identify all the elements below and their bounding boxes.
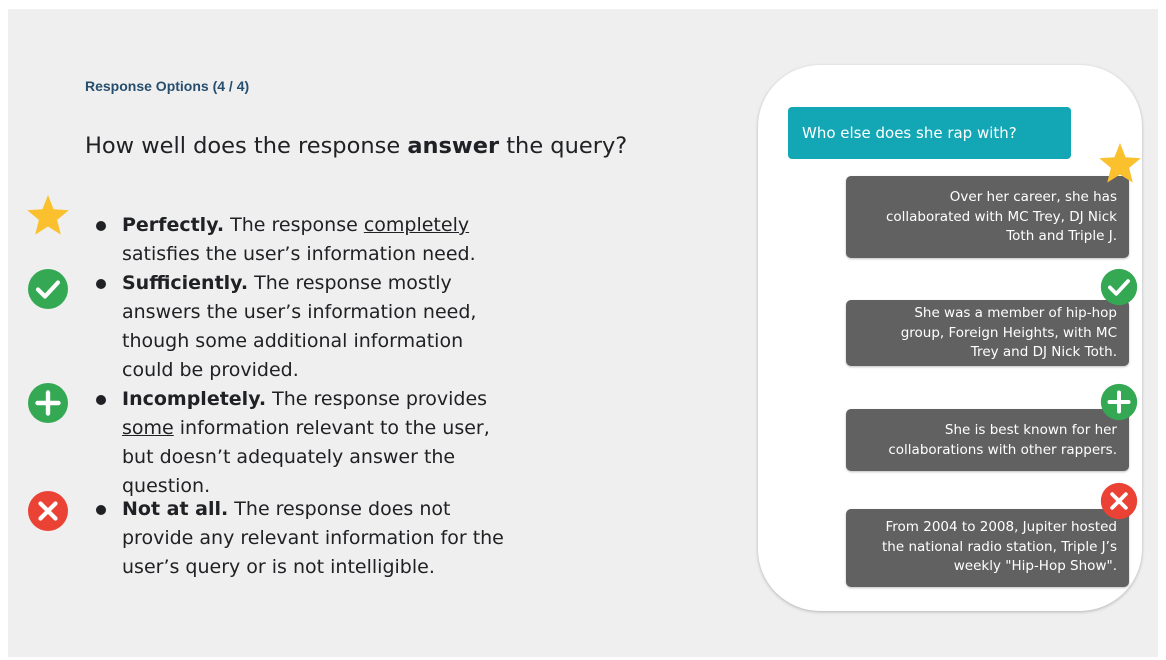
option-text: The response provides xyxy=(266,388,488,410)
option-text: information relevant to the user, xyxy=(173,417,490,439)
option-text: The response xyxy=(224,214,364,236)
option-not-at-all: Not at all. The response does not provid… xyxy=(122,495,542,582)
bullet xyxy=(96,395,106,405)
option-underline: some xyxy=(122,417,174,439)
response-line: Trey and DJ Nick Toth. xyxy=(970,344,1117,360)
response-line: the national radio station, Triple J’s xyxy=(882,538,1117,555)
star-icon xyxy=(1098,141,1142,185)
bullet xyxy=(96,505,106,515)
response-line: Toth and Triple J. xyxy=(1006,228,1117,244)
option-line: Sufficiently. The response mostly xyxy=(122,269,542,298)
option-line: answers the user’s information need, xyxy=(122,301,477,323)
option-label: Sufficiently. xyxy=(122,272,249,294)
response-bubble: From 2004 to 2008, Jupiter hosted the na… xyxy=(846,509,1129,587)
response-line: From 2004 to 2008, Jupiter hosted xyxy=(885,519,1117,535)
option-label: Perfectly. xyxy=(122,214,225,236)
option-sufficiently: Sufficiently. The response mostly answer… xyxy=(122,269,542,385)
response-bubble: Over her career, she has collaborated wi… xyxy=(846,176,1129,258)
option-underline: completely xyxy=(363,214,470,236)
response-line: She is best known for her xyxy=(944,422,1117,438)
option-line: though some additional information xyxy=(122,330,464,352)
response-line: Over her career, she has xyxy=(949,189,1117,205)
option-line: Incompletely. The response provides xyxy=(122,385,542,414)
response-bubble: She is best known for her collaborations… xyxy=(846,409,1129,471)
option-text: The response mostly xyxy=(248,272,452,294)
response-line: collaborated with MC Trey, DJ Nick xyxy=(885,208,1117,225)
option-incompletely: Incompletely. The response provides some… xyxy=(122,385,542,501)
option-label: Not at all. xyxy=(122,498,229,520)
response-line: group, Foreign Heights, with MC xyxy=(900,324,1117,341)
query-bubble: Who else does she rap with? xyxy=(788,107,1071,159)
response-line: collaborations with other rappers. xyxy=(888,441,1117,458)
option-text: The response does not xyxy=(228,498,451,520)
response-bubble: She was a member of hip-hop group, Forei… xyxy=(846,300,1129,366)
option-label: Incompletely. xyxy=(122,388,267,410)
option-line: satisfies the user’s information need. xyxy=(122,243,476,265)
option-line: but doesn’t adequately answer the xyxy=(122,446,456,468)
slide: Response Options (4 / 4) How well does t… xyxy=(8,9,1158,657)
x-circle-icon xyxy=(1099,481,1139,521)
option-line: could be provided. xyxy=(122,359,299,381)
option-line: Not at all. The response does not xyxy=(122,495,542,524)
option-perfectly: Perfectly. The response completely satis… xyxy=(122,211,542,269)
response-line: She was a member of hip-hop xyxy=(914,305,1117,321)
response-options-list: Perfectly. The response completely satis… xyxy=(8,9,708,657)
x-circle-icon xyxy=(26,489,70,533)
response-line: weekly "Hip-Hop Show". xyxy=(953,558,1117,574)
bullet xyxy=(96,279,106,289)
star-icon xyxy=(26,193,70,237)
option-line: some information relevant to the user, xyxy=(122,414,542,443)
option-line: user’s query or is not intelligible. xyxy=(122,556,435,578)
check-circle-icon xyxy=(1099,267,1139,307)
plus-circle-icon xyxy=(26,381,70,425)
plus-circle-icon xyxy=(1099,382,1139,422)
check-circle-icon xyxy=(26,267,70,311)
option-line: provide any relevant information for the xyxy=(122,527,504,549)
phone-mockup: Who else does she rap with? Over her car… xyxy=(758,65,1142,611)
bullet xyxy=(96,221,106,231)
option-line: Perfectly. The response completely xyxy=(122,211,542,240)
